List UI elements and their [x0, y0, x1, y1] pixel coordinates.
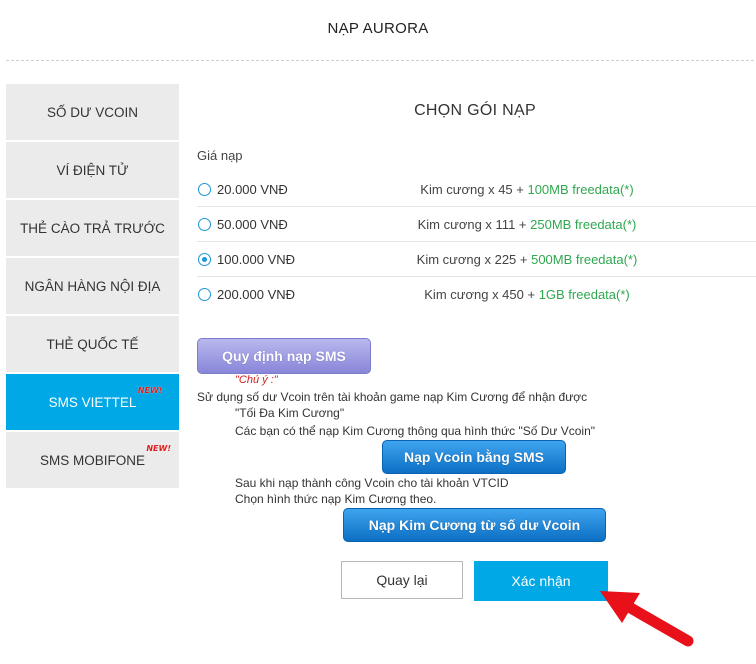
page-title: NẠP AURORA: [327, 20, 429, 37]
radio-button[interactable]: [198, 182, 211, 196]
sidebar-item-label: VÍ ĐIỆN TỬ: [56, 162, 129, 178]
sidebar-item-sms-viettel[interactable]: SMS VIETTEL NEW!: [6, 374, 179, 430]
diamond-from-vcoin-button[interactable]: Nạp Kim Cương từ số dư Vcoin: [343, 508, 606, 542]
package-option-50000[interactable]: 50.000 VNĐ Kim cương x 111 + 250MB freed…: [197, 207, 756, 242]
package-options: 20.000 VNĐ Kim cương x 45 + 100MB freeda…: [197, 172, 756, 311]
option-bonus: 100MB freedata(*): [527, 181, 634, 197]
option-bonus: 500MB freedata(*): [531, 251, 638, 267]
option-description: Kim cương x 45 + 100MB freedata(*): [377, 182, 677, 197]
vcoin-sms-button[interactable]: Nạp Vcoin bằng SMS: [382, 440, 566, 474]
price-label: Giá nạp: [197, 148, 243, 163]
note-line: Sử dụng số dư Vcoin trên tài khoản game …: [197, 390, 588, 404]
sidebar-item-label: SMS MOBIFONE NEW!: [39, 444, 171, 468]
option-diamonds: Kim cương x 111 +: [417, 216, 531, 232]
back-button[interactable]: Quay lại: [341, 561, 463, 599]
sidebar-item-label: THẺ QUỐC TẾ: [46, 336, 139, 352]
sidebar-item-label: SMS VIETTEL NEW!: [48, 386, 163, 410]
sidebar-item-label: SỐ DƯ VCOIN: [46, 104, 139, 120]
option-diamonds: Kim cương x 450 +: [424, 286, 539, 302]
option-bonus: 250MB freedata(*): [530, 216, 637, 232]
header-divider: [6, 60, 754, 61]
option-description: Kim cương x 225 + 500MB freedata(*): [377, 252, 677, 267]
radio-button[interactable]: [198, 217, 211, 231]
option-description: Kim cương x 450 + 1GB freedata(*): [377, 287, 677, 302]
note-line: "Tối Đa Kim Cương": [235, 406, 345, 420]
option-price: 20.000 VNĐ: [217, 181, 288, 197]
option-diamonds: Kim cương x 225 +: [416, 251, 532, 267]
sidebar-item-label: NGÂN HÀNG NỘI ĐỊA: [24, 278, 161, 294]
option-price: 100.000 VNĐ: [217, 251, 296, 267]
section-title: CHỌN GÓI NẠP: [414, 102, 536, 119]
sidebar-item-label: THẺ CÀO TRẢ TRƯỚC: [20, 220, 165, 236]
sidebar-item-vi-dien-tu[interactable]: VÍ ĐIỆN TỬ: [6, 142, 179, 198]
package-option-100000[interactable]: 100.000 VNĐ Kim cương x 225 + 500MB free…: [197, 242, 756, 277]
sidebar-item-so-du-vcoin[interactable]: SỐ DƯ VCOIN: [6, 84, 179, 140]
sidebar: SỐ DƯ VCOIN VÍ ĐIỆN TỬ THẺ CÀO TRẢ TRƯỚC…: [6, 84, 179, 490]
sidebar-item-the-cao-tra-truoc[interactable]: THẺ CÀO TRẢ TRƯỚC: [6, 200, 179, 256]
option-description: Kim cương x 111 + 250MB freedata(*): [377, 217, 677, 232]
new-badge: NEW!: [146, 443, 171, 453]
package-option-200000[interactable]: 200.000 VNĐ Kim cương x 450 + 1GB freeda…: [197, 277, 756, 311]
note-line: Chọn hình thức nạp Kim Cương theo.: [235, 492, 437, 506]
sidebar-item-sms-mobifone[interactable]: SMS MOBIFONE NEW!: [6, 432, 179, 488]
option-bonus: 1GB freedata(*): [538, 286, 630, 302]
sidebar-item-ngan-hang-noi-dia[interactable]: NGÂN HÀNG NỘI ĐỊA: [6, 258, 179, 314]
note-line: Các bạn có thể nạp Kim Cương thông qua h…: [235, 424, 596, 438]
note-title: "Chú ý :": [235, 374, 278, 386]
sidebar-item-text: SMS MOBIFONE: [39, 452, 145, 468]
new-badge: NEW!: [137, 385, 163, 395]
sms-rules-button[interactable]: Quy định nạp SMS: [197, 338, 371, 374]
radio-button[interactable]: [198, 287, 211, 301]
sidebar-item-the-quoc-te[interactable]: THẺ QUỐC TẾ: [6, 316, 179, 372]
note-line: Sau khi nạp thành công Vcoin cho tài kho…: [235, 476, 509, 490]
package-option-20000[interactable]: 20.000 VNĐ Kim cương x 45 + 100MB freeda…: [197, 172, 756, 207]
confirm-button[interactable]: Xác nhận: [474, 561, 608, 601]
option-price: 50.000 VNĐ: [217, 216, 288, 232]
option-price: 200.000 VNĐ: [217, 286, 296, 302]
sidebar-item-text: SMS VIETTEL: [48, 394, 137, 410]
red-arrow-icon: [600, 591, 694, 647]
radio-button-selected[interactable]: [198, 252, 211, 266]
option-diamonds: Kim cương x 45 +: [420, 181, 528, 197]
